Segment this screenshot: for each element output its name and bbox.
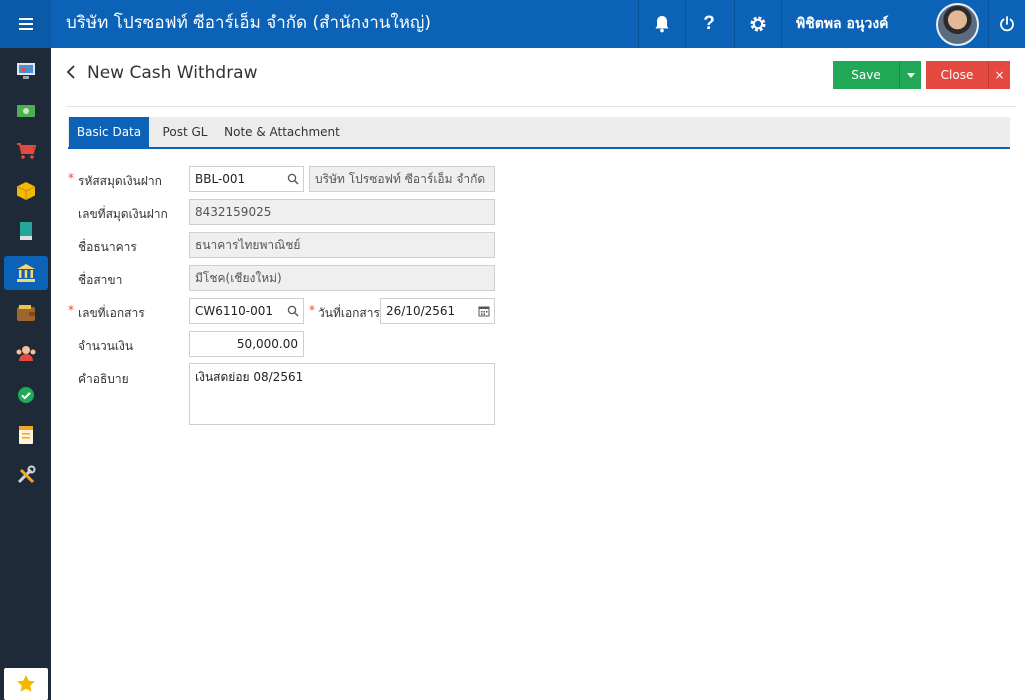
box-icon: [16, 182, 36, 200]
sidebar-item-ledger[interactable]: [4, 214, 48, 248]
account-no-label: เลขที่สมุดเงินฝาก: [78, 207, 168, 221]
bell-icon: [655, 16, 669, 33]
power-icon: [1000, 16, 1014, 32]
doc-date-input[interactable]: 26/10/2561: [380, 298, 495, 324]
amount-input[interactable]: 50,000.00: [189, 331, 304, 357]
sidebar-item-dashboard[interactable]: [4, 54, 48, 88]
tab-underline: [68, 147, 1010, 149]
close-icon: ×: [994, 68, 1005, 82]
amount-label: จำนวนเงิน: [78, 339, 134, 353]
bank-name-field: ธนาคารไทยพาณิชย์: [189, 232, 495, 258]
help-button[interactable]: ?: [685, 0, 732, 48]
bank-name-label: ชื่อธนาคาร: [78, 240, 137, 254]
sidebar-item-hr[interactable]: [4, 336, 48, 370]
document-icon: [19, 426, 33, 444]
star-icon: [17, 675, 35, 692]
wallet-icon: [17, 305, 35, 321]
tools-icon: [17, 465, 36, 484]
top-bar: บริษัท โปรซอฟท์ ซีอาร์เอ็ม จำกัด (สำนักง…: [0, 0, 1025, 48]
account-code-value: BBL-001: [195, 172, 246, 186]
monitor-icon: [17, 63, 35, 79]
user-name: พิชิตพล อนุวงค์: [796, 16, 889, 32]
bank-icon: [17, 264, 35, 282]
required-mark: *: [309, 303, 315, 317]
logout-button[interactable]: [988, 0, 1025, 48]
doc-no-input[interactable]: CW6110-001: [189, 298, 304, 324]
page-title: New Cash Withdraw: [87, 63, 258, 83]
required-mark: *: [68, 171, 74, 185]
search-icon[interactable]: [287, 305, 299, 317]
search-icon[interactable]: [287, 173, 299, 185]
sidebar-item-inventory[interactable]: [4, 174, 48, 208]
sidebar-item-report[interactable]: [4, 418, 48, 452]
doc-date-value: 26/10/2561: [386, 304, 456, 318]
description-label: คำอธิบาย: [78, 372, 129, 386]
close-button[interactable]: Close: [926, 61, 988, 89]
gear-icon: [750, 16, 766, 32]
sidebar-item-bank[interactable]: [4, 256, 48, 290]
calendar-icon[interactable]: [478, 305, 490, 317]
book-icon: [20, 222, 32, 240]
sidebar-item-cash[interactable]: [4, 94, 48, 128]
user-menu[interactable]: พิชิตพล อนุวงค์: [781, 0, 988, 48]
cart-icon: [17, 143, 36, 159]
branch-name-label: ชื่อสาขา: [78, 273, 123, 287]
hamburger-icon: [18, 18, 33, 30]
tab-note-attachment[interactable]: Note & Attachment: [223, 117, 341, 147]
cash-icon: [17, 105, 35, 117]
account-code-input[interactable]: BBL-001: [189, 166, 304, 192]
menu-button[interactable]: [0, 0, 51, 48]
sidebar-item-approval[interactable]: [4, 378, 48, 412]
doc-date-label: วันที่เอกสาร: [318, 306, 380, 320]
save-button[interactable]: Save: [833, 61, 899, 89]
sidebar: [0, 48, 51, 700]
save-options-button[interactable]: [899, 61, 921, 89]
help-icon: ?: [703, 13, 715, 34]
account-name-field: บริษัท โปรซอฟท์ ซีอาร์เอ็ม จำกัด: [309, 166, 495, 192]
settings-button[interactable]: [734, 0, 781, 48]
tab-basic-data[interactable]: Basic Data: [69, 117, 149, 147]
tab-post-gl[interactable]: Post GL: [155, 117, 215, 147]
notification-button[interactable]: [638, 0, 685, 48]
favorites-button[interactable]: [4, 668, 48, 700]
account-no-field: 8432159025: [189, 199, 495, 225]
account-code-label: รหัสสมุดเงินฝาก: [78, 174, 162, 188]
back-button[interactable]: [66, 65, 80, 83]
chevron-left-icon: [66, 65, 75, 79]
caret-down-icon: [906, 72, 915, 78]
sidebar-item-wallet[interactable]: [4, 296, 48, 330]
user-group-icon: [16, 346, 36, 361]
branch-name-field: มีโชค(เชียงใหม่): [189, 265, 495, 291]
sidebar-item-sales[interactable]: [4, 134, 48, 168]
company-title: บริษัท โปรซอฟท์ ซีอาร์เอ็ม จำกัด (สำนักง…: [66, 13, 432, 33]
sidebar-item-tools[interactable]: [4, 458, 48, 492]
check-circle-icon: [18, 387, 34, 403]
close-x-button[interactable]: ×: [988, 61, 1010, 89]
doc-no-label: เลขที่เอกสาร: [78, 306, 145, 320]
avatar[interactable]: [936, 3, 979, 46]
required-mark: *: [68, 303, 74, 317]
divider: [66, 106, 1016, 107]
doc-no-value: CW6110-001: [195, 304, 274, 318]
description-textarea[interactable]: เงินสดย่อย 08/2561: [189, 363, 495, 425]
